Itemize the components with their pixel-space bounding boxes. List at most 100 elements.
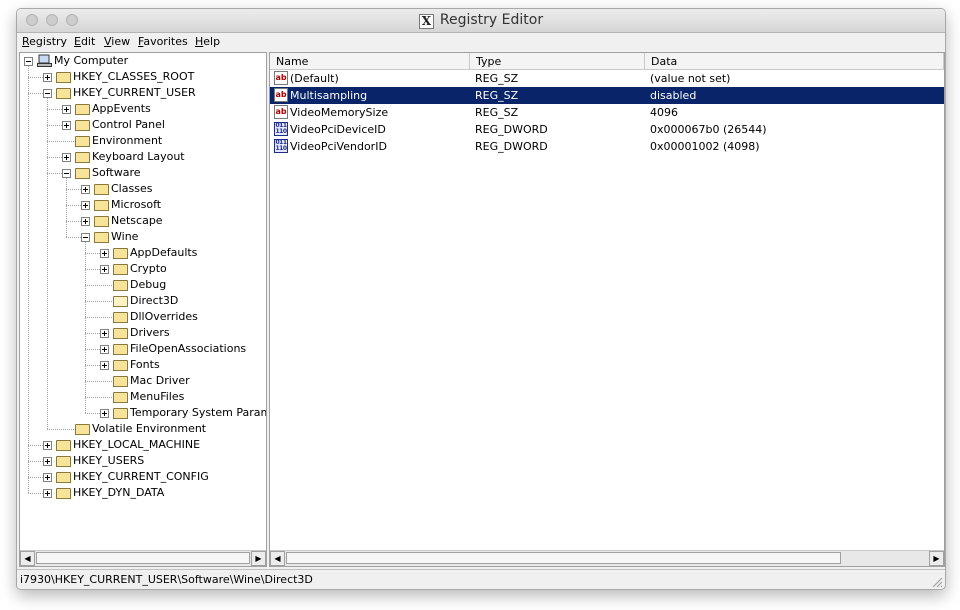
tree-node-label: Drivers xyxy=(130,326,170,339)
tree-node-label: Microsoft xyxy=(111,198,162,211)
scroll-left-icon[interactable]: ◀ xyxy=(20,551,35,566)
folder-icon xyxy=(94,232,109,243)
expand-icon[interactable] xyxy=(100,249,109,258)
folder-icon xyxy=(75,424,90,435)
tree-node-label: My Computer xyxy=(54,54,129,67)
tree-node[interactable]: AppDefaults xyxy=(20,245,266,261)
list-horizontal-scrollbar[interactable]: ◀ ▶ xyxy=(270,550,944,566)
tree-node[interactable]: DllOverrides xyxy=(20,309,266,325)
scroll-left-icon[interactable]: ◀ xyxy=(270,551,285,566)
tree-node[interactable]: Netscape xyxy=(20,213,266,229)
tree-node[interactable]: Environment xyxy=(20,133,266,149)
tree-node[interactable]: Fonts xyxy=(20,357,266,373)
menu-favorites[interactable]: Favorites xyxy=(138,35,188,48)
tree-node-label: DllOverrides xyxy=(130,310,198,323)
expand-icon[interactable] xyxy=(81,201,90,210)
tree-node-label: AppDefaults xyxy=(130,246,198,259)
values-list-pane[interactable]: Name Type Data ab (Default) REG_SZ (value n… xyxy=(269,52,945,567)
tree-node[interactable]: Keyboard Layout xyxy=(20,149,266,165)
collapse-icon[interactable] xyxy=(81,233,90,242)
tree-node[interactable]: HKEY_DYN_DATA xyxy=(20,485,266,501)
folder-icon xyxy=(75,168,90,179)
folder-icon xyxy=(113,360,128,371)
tree-node[interactable]: Microsoft xyxy=(20,197,266,213)
tree-node-label: HKEY_LOCAL_MACHINE xyxy=(73,438,201,451)
expand-icon[interactable] xyxy=(43,473,52,482)
expand-icon[interactable] xyxy=(62,105,71,114)
tree-node[interactable]: HKEY_USERS xyxy=(20,453,266,469)
menu-help[interactable]: Help xyxy=(195,35,220,48)
collapse-icon[interactable] xyxy=(62,169,71,178)
expand-icon[interactable] xyxy=(43,489,52,498)
scroll-right-icon[interactable]: ▶ xyxy=(929,551,944,566)
tree-node-label: AppEvents xyxy=(92,102,151,115)
tree-node[interactable]: Classes xyxy=(20,181,266,197)
folder-icon xyxy=(56,488,71,499)
tree-node[interactable]: MenuFiles xyxy=(20,389,266,405)
value-data: 0x000067b0 (26544) xyxy=(650,123,767,136)
collapse-icon[interactable] xyxy=(43,89,52,98)
expand-icon[interactable] xyxy=(43,73,52,82)
tree-node[interactable]: Control Panel xyxy=(20,117,266,133)
tree-node[interactable]: Debug xyxy=(20,277,266,293)
folder-icon xyxy=(94,184,109,195)
tree-node-label: HKEY_CLASSES_ROOT xyxy=(73,70,195,83)
registry-tree-pane[interactable]: My Computer HKEY_CLASSES_ROOT HKEY_CURRENT… xyxy=(19,52,267,567)
expand-icon[interactable] xyxy=(100,361,109,370)
expand-icon[interactable] xyxy=(43,441,52,450)
column-header-name[interactable]: Name xyxy=(270,53,470,70)
column-header-data[interactable]: Data xyxy=(645,53,944,70)
expand-icon[interactable] xyxy=(100,329,109,338)
column-header-type[interactable]: Type xyxy=(470,53,645,70)
tree-scroll-thumb[interactable] xyxy=(36,552,250,564)
tree-node[interactable]: Volatile Environment xyxy=(20,421,266,437)
expand-icon[interactable] xyxy=(100,265,109,274)
collapse-icon[interactable] xyxy=(24,57,33,66)
value-type: REG_SZ xyxy=(475,72,519,85)
menu-edit[interactable]: Edit xyxy=(74,35,95,48)
tree-node-label: Classes xyxy=(111,182,153,195)
tree-node[interactable]: Drivers xyxy=(20,325,266,341)
expand-icon[interactable] xyxy=(43,457,52,466)
value-row[interactable]: ab (Default) REG_SZ (value not set) xyxy=(270,70,944,87)
tree-node[interactable]: My Computer xyxy=(20,53,266,69)
scroll-right-icon[interactable]: ▶ xyxy=(251,551,266,566)
registry-editor-window: X Registry Editor Registry Edit View Favorit… xyxy=(16,8,946,590)
tree-node-label: Control Panel xyxy=(92,118,165,131)
status-path: i7930\HKEY_CURRENT_USER\Software\Wine\Di… xyxy=(20,573,313,586)
tree-node-label: FileOpenAssociations xyxy=(130,342,247,355)
tree-horizontal-scrollbar[interactable]: ◀ ▶ xyxy=(20,550,266,566)
tree-node[interactable]: Temporary System Paramet xyxy=(20,405,266,421)
expand-icon[interactable] xyxy=(62,121,71,130)
value-row[interactable]: 011 110 VideoPciVendorID REG_DWORD 0x0000100… xyxy=(270,138,944,155)
value-type: REG_SZ xyxy=(475,89,519,102)
expand-icon[interactable] xyxy=(81,185,90,194)
title-bar[interactable]: X Registry Editor xyxy=(17,9,945,33)
menu-registry[interactable]: Registry xyxy=(22,35,67,48)
menu-view[interactable]: View xyxy=(104,35,130,48)
tree-node[interactable]: Crypto xyxy=(20,261,266,277)
list-scroll-thumb[interactable] xyxy=(286,552,841,564)
value-type: REG_DWORD xyxy=(475,123,548,136)
tree-node[interactable]: HKEY_CLASSES_ROOT xyxy=(20,69,266,85)
tree-node[interactable]: FileOpenAssociations xyxy=(20,341,266,357)
tree-node-label: Direct3D xyxy=(130,294,179,307)
tree-node[interactable]: Software xyxy=(20,165,266,181)
resize-grip-icon[interactable] xyxy=(931,576,943,588)
tree-node[interactable]: HKEY_CURRENT_USER xyxy=(20,85,266,101)
expand-icon[interactable] xyxy=(62,153,71,162)
tree-node[interactable]: Direct3D xyxy=(20,293,266,309)
value-name: VideoPciVendorID xyxy=(290,140,387,153)
expand-icon[interactable] xyxy=(100,409,109,418)
tree-node[interactable]: HKEY_LOCAL_MACHINE xyxy=(20,437,266,453)
tree-node[interactable]: Mac Driver xyxy=(20,373,266,389)
tree-node[interactable]: AppEvents xyxy=(20,101,266,117)
tree-node[interactable]: Wine xyxy=(20,229,266,245)
folder-open-icon xyxy=(113,296,128,307)
value-row[interactable]: ab VideoMemorySize REG_SZ 4096 xyxy=(270,104,944,121)
value-row[interactable]: ab Multisampling REG_SZ disabled xyxy=(270,87,944,104)
expand-icon[interactable] xyxy=(81,217,90,226)
value-row[interactable]: 011 110 VideoPciDeviceID REG_DWORD 0x000067b… xyxy=(270,121,944,138)
expand-icon[interactable] xyxy=(100,345,109,354)
tree-node[interactable]: HKEY_CURRENT_CONFIG xyxy=(20,469,266,485)
